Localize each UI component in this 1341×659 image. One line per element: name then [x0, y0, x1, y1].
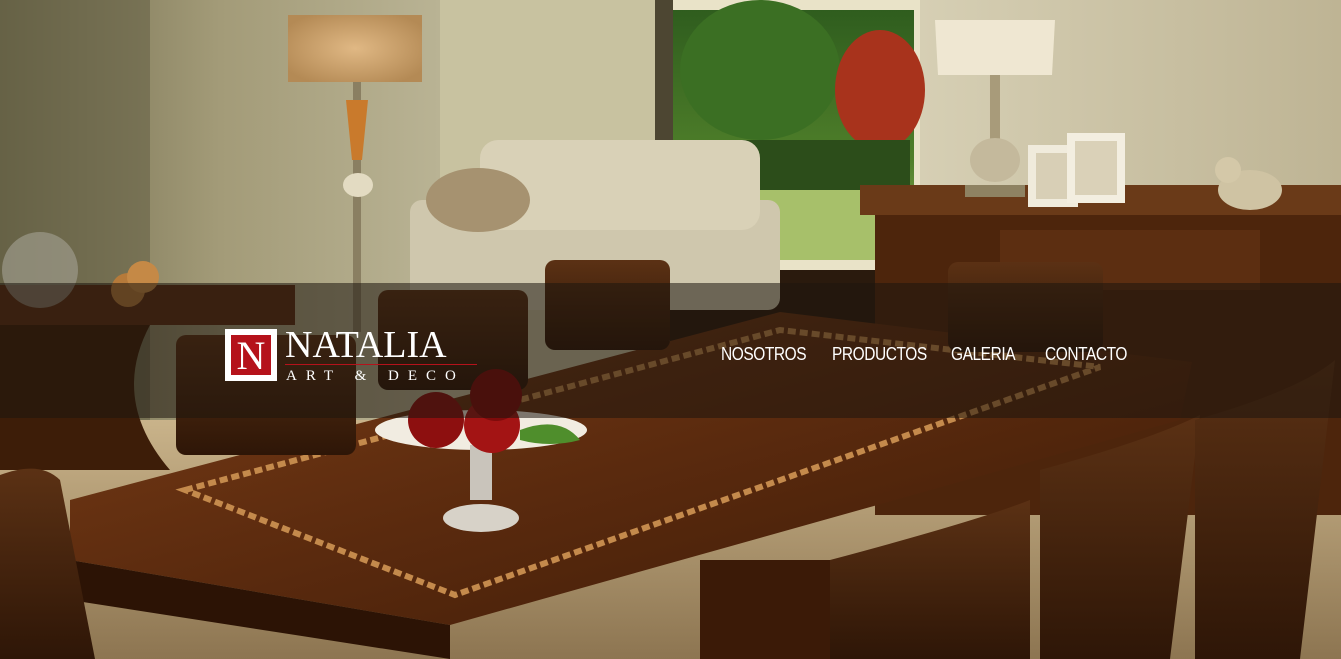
logo-monogram: N — [225, 329, 277, 381]
nav-link-galeria[interactable]: GALERIA — [951, 342, 1016, 366]
logo-monogram-letter: N — [231, 335, 271, 377]
site-logo[interactable]: N NATALIA ART & DECO — [225, 325, 485, 389]
nav-link-contacto[interactable]: CONTACTO — [1045, 342, 1127, 366]
logo-divider — [285, 364, 477, 365]
nav-link-nosotros[interactable]: NOSOTROS — [721, 342, 807, 366]
logo-name: NATALIA — [285, 324, 447, 366]
nav-link-productos[interactable]: PRODUCTOS — [832, 342, 927, 366]
hero-banner: N NATALIA ART & DECO NOSOTROS PRODUCTOS … — [0, 0, 1341, 659]
logo-tagline: ART & DECO — [286, 368, 465, 384]
navbar — [0, 283, 1341, 418]
